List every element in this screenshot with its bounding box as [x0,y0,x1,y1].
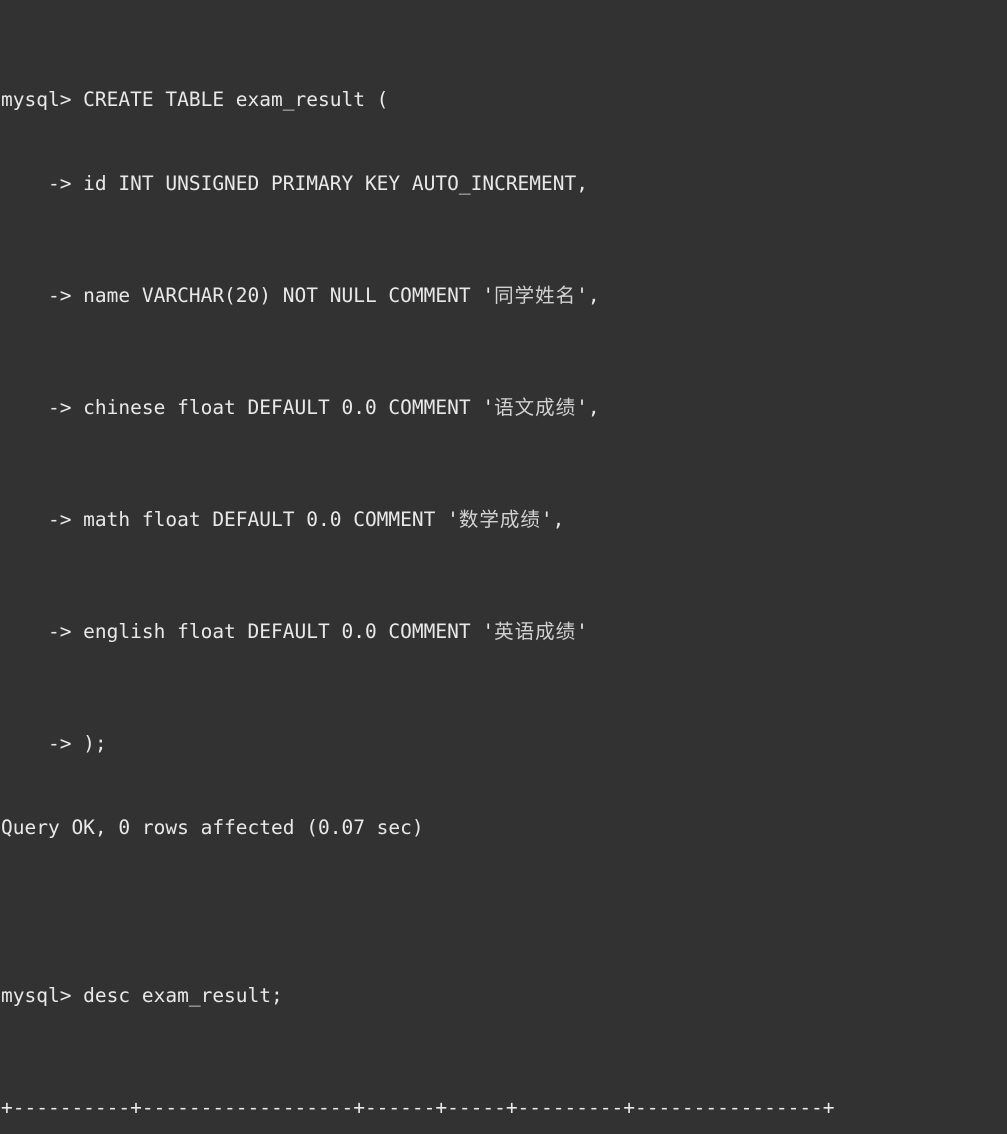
continuation-line-name: -> name VARCHAR(20) NOT NULL COMMENT '同学… [0,282,1007,310]
comment-text-english: 英语成绩 [494,620,577,643]
continuation-line-math-prefix: -> math float DEFAULT 0.0 COMMENT ' [1,508,459,531]
continuation-line-chinese: -> chinese float DEFAULT 0.0 COMMENT '语文… [0,394,1007,422]
query-ok-status: Query OK, 0 rows affected (0.07 sec) [1,816,424,839]
comment-text-chinese: 语文成绩 [494,396,577,419]
comment-text-math: 数学成绩 [458,508,541,531]
continuation-line-name-suffix: ', [576,284,600,307]
continuation-line-name-prefix: -> name VARCHAR(20) NOT NULL COMMENT ' [1,284,495,307]
continuation-line-english: -> english float DEFAULT 0.0 COMMENT '英语… [0,618,1007,646]
continuation-line-id: -> id INT UNSIGNED PRIMARY KEY AUTO_INCR… [1,172,588,195]
continuation-line-math: -> math float DEFAULT 0.0 COMMENT '数学成绩'… [0,506,1007,534]
continuation-line-chinese-prefix: -> chinese float DEFAULT 0.0 COMMENT ' [1,396,495,419]
continuation-line-close-paren: -> ); [1,732,107,755]
continuation-line-english-prefix: -> english float DEFAULT 0.0 COMMENT ' [1,620,495,643]
continuation-line-math-suffix: ', [540,508,565,531]
command-line-desc: mysql> desc exam_result; [1,984,283,1007]
continuation-line-chinese-suffix: ', [576,396,600,419]
table-top-border: +----------+------------------+------+--… [1,1096,835,1119]
comment-text-name: 同学姓名 [494,284,577,307]
continuation-line-english-suffix: ' [576,620,588,643]
command-line-create-table: mysql> CREATE TABLE exam_result ( [1,88,389,111]
terminal-output[interactable]: mysql> CREATE TABLE exam_result ( -> id … [0,0,1007,1119]
